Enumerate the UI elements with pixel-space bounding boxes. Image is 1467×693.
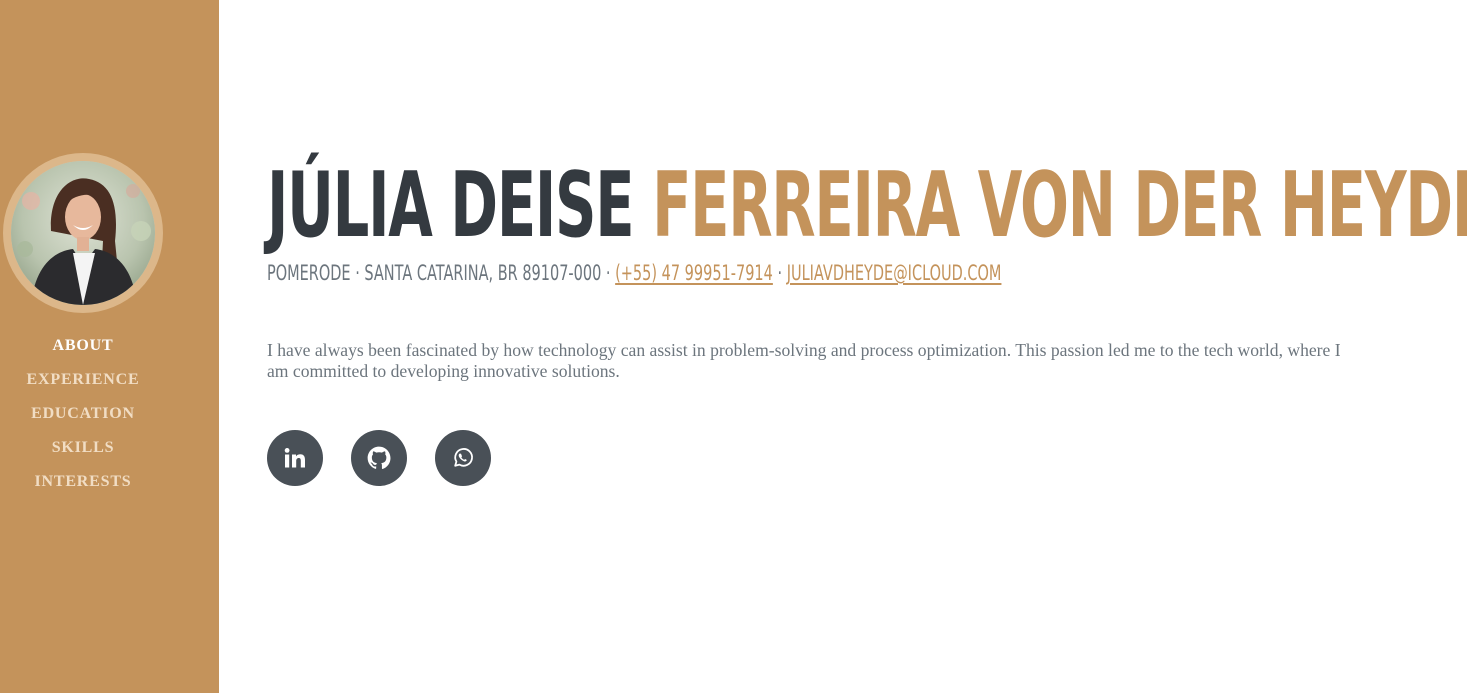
email-link[interactable]: JULIAVDHEYDE@ICLOUD.COM bbox=[787, 261, 1002, 285]
portrait-photo bbox=[11, 161, 155, 305]
sidebar-nav: ABOUT EXPERIENCE EDUCATION SKILLS INTERE… bbox=[0, 334, 166, 504]
nav-item-interests[interactable]: INTERESTS bbox=[0, 470, 166, 504]
social-links bbox=[267, 430, 491, 486]
github-button[interactable] bbox=[351, 430, 407, 486]
page-title: JÚLIA DEISE FERREIRA VON DER HEYDE bbox=[267, 158, 1467, 254]
address-text: POMERODE · SANTA CATARINA, BR 89107-000 … bbox=[267, 261, 611, 285]
whatsapp-icon bbox=[454, 448, 473, 467]
nav-item-education[interactable]: EDUCATION bbox=[0, 402, 166, 436]
phone-link[interactable]: (+55) 47 99951-7914 bbox=[615, 261, 773, 285]
nav-item-skills[interactable]: SKILLS bbox=[0, 436, 166, 470]
linkedin-button[interactable] bbox=[267, 430, 323, 486]
avatar[interactable] bbox=[11, 161, 155, 305]
avatar-ring bbox=[3, 153, 163, 313]
nav-item-experience[interactable]: EXPERIENCE bbox=[0, 368, 166, 402]
first-name: JÚLIA DEISE bbox=[267, 153, 635, 258]
linkedin-icon bbox=[284, 448, 305, 468]
nav-item-about[interactable]: ABOUT bbox=[0, 334, 166, 368]
sidebar: ABOUT EXPERIENCE EDUCATION SKILLS INTERE… bbox=[0, 0, 219, 693]
github-icon bbox=[367, 446, 391, 469]
contact-line: POMERODE · SANTA CATARINA, BR 89107-000 … bbox=[267, 260, 1001, 286]
whatsapp-button[interactable] bbox=[435, 430, 491, 486]
contact-separator: · bbox=[772, 261, 787, 285]
last-name: FERREIRA VON DER HEYDE bbox=[652, 153, 1467, 258]
bio-text: I have always been fascinated by how tec… bbox=[267, 340, 1341, 381]
